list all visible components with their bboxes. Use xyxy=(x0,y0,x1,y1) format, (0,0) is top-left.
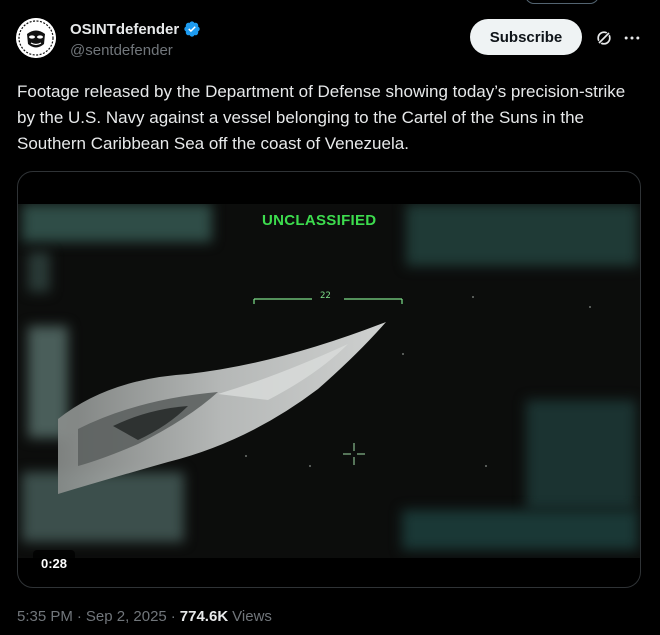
tweet-header: OSINTdefender @sentdefender Subscribe xyxy=(16,14,644,64)
meta-separator: · xyxy=(170,608,176,625)
video-frame[interactable]: UNCLASSIFIED 22 xyxy=(18,204,640,558)
top-partial-button[interactable] xyxy=(525,0,599,4)
grok-icon[interactable] xyxy=(594,28,614,48)
video-player[interactable]: UNCLASSIFIED 22 0:28 xyxy=(17,171,641,588)
views-count[interactable]: 774.6K xyxy=(180,608,228,625)
post-date[interactable]: Sep 2, 2025 xyxy=(86,608,167,625)
handle[interactable]: @sentdefender xyxy=(70,42,173,59)
avatar[interactable] xyxy=(16,18,56,58)
reticle-value: 22 xyxy=(320,291,331,301)
more-horizontal-icon[interactable] xyxy=(622,28,642,48)
tweet-text: Footage released by the Department of De… xyxy=(17,82,626,153)
name-row: OSINTdefender xyxy=(70,20,201,38)
hud-overlay xyxy=(58,296,591,494)
classification-label: UNCLASSIFIED xyxy=(262,212,377,229)
post-time[interactable]: 5:35 PM xyxy=(17,608,73,625)
views-label: Views xyxy=(232,608,272,625)
video-duration-badge: 0:28 xyxy=(33,550,76,576)
subscribe-button[interactable]: Subscribe xyxy=(470,19,582,55)
verified-badge-icon xyxy=(184,21,200,37)
tweet-meta: 5:35 PM · Sep 2, 2025 · 774.6K Views xyxy=(17,608,272,625)
meta-separator: · xyxy=(76,608,82,625)
display-name[interactable]: OSINTdefender xyxy=(70,21,179,38)
osint-mask-icon xyxy=(16,18,56,58)
